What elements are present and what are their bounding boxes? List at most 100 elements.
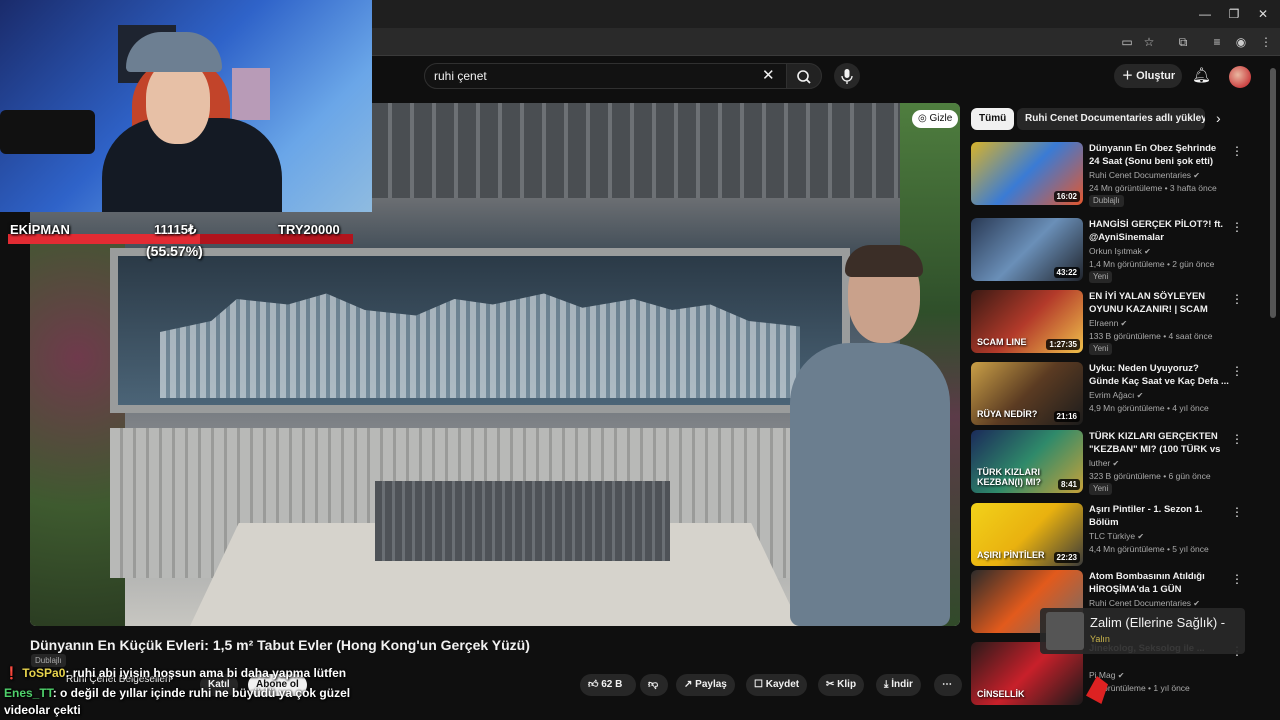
eye-off-icon: ◎ <box>918 113 930 124</box>
hide-label: Gizle <box>929 113 953 124</box>
verified-icon: ✔ <box>1191 171 1200 180</box>
related-video-card[interactable]: 16:02 Dünyanın En Obez Şehrinde 24 Saat (… <box>971 142 1261 210</box>
goal-percent: (55.57%) <box>146 243 203 259</box>
video-card-meta: 24 Mn görüntüleme • 3 hafta önce <box>1089 183 1217 193</box>
related-video-card[interactable]: AŞIRI PİNTİLER 22:23 Aşırı Pintiler - 1. S… <box>971 503 1261 571</box>
video-card-channel[interactable]: TLC Türkiye ✔ <box>1089 531 1144 541</box>
chat-text: : ruhi abi iyisin hoşsun ama bi daha yap… <box>65 666 347 680</box>
user-avatar[interactable] <box>1229 66 1251 88</box>
thumbs-up-icon: 👍︎ <box>588 679 602 690</box>
video-card-title[interactable]: EN İYİ YALAN SÖYLEYEN OYUNU KAZANIR! | S… <box>1089 290 1229 316</box>
chevron-right-icon[interactable]: › <box>1216 110 1221 126</box>
cast-icon[interactable]: ▭ <box>1119 34 1135 50</box>
channel-label: Elraenn <box>1089 318 1119 328</box>
video-card-badge: Yeni <box>1089 343 1113 355</box>
video-card-meta: 133 B görüntüleme • 4 saat önce <box>1089 331 1213 341</box>
download-button[interactable]: ⤓ İndir <box>876 674 921 696</box>
video-card-title[interactable]: Uyku: Neden Uyuyoruz? Günde Kaç Saat ve … <box>1089 362 1229 388</box>
video-thumbnail[interactable]: SCAM LINE 1:27:35 <box>971 290 1083 353</box>
goal-target: TRY20000 <box>278 222 340 237</box>
profile-icon[interactable]: ◉ <box>1233 34 1249 50</box>
video-duration: 22:23 <box>1053 552 1080 563</box>
clip-button[interactable]: ✂ Klip <box>818 674 865 696</box>
video-card-meta: 4,9 Mn görüntüleme • 4 yıl önce <box>1089 403 1209 413</box>
hide-button[interactable]: ◎ Gizle <box>912 110 959 128</box>
video-card-channel[interactable]: Elraenn ✔ <box>1089 318 1127 328</box>
video-card-channel[interactable]: Evrim Ağacı ✔ <box>1089 390 1143 400</box>
video-thumbnail[interactable]: AŞIRI PİNTİLER 22:23 <box>971 503 1083 566</box>
chat-text: videolar çekti <box>4 703 81 717</box>
related-video-card[interactable]: 43:22 HANGİSİ GERÇEK PİLOT?! ft. @AyniSin… <box>971 218 1261 286</box>
sidebar-scrollbar[interactable] <box>1270 68 1276 318</box>
verified-icon: ✔ <box>1110 459 1120 468</box>
dislike-button[interactable]: 👎︎ <box>640 674 668 696</box>
related-video-card[interactable]: TÜRK KIZLARI KEZBAN(I) MI? 8:41 TÜRK KIZLA… <box>971 430 1261 498</box>
video-duration: 43:22 <box>1053 267 1080 278</box>
popup-thumbnail <box>1046 612 1084 650</box>
notifications-bell-icon[interactable]: 🔔︎ <box>1192 66 1211 84</box>
media-control-icon[interactable]: ≡ <box>1209 34 1225 50</box>
chat-text: : o değil de yıllar içinde ruhi ne büyüd… <box>52 686 351 700</box>
clear-search-icon[interactable]: ✕ <box>762 66 775 84</box>
voice-search-button[interactable] <box>834 63 860 89</box>
chip-uploader[interactable]: Ruhi Cenet Documentaries adlı yükleyicid… <box>1017 108 1205 130</box>
thumbnail-caption: TÜRK KIZLARI KEZBAN(I) MI? <box>977 467 1041 487</box>
more-options-icon[interactable]: ⋮ <box>1231 432 1243 446</box>
minimize-icon[interactable]: — <box>1196 5 1214 23</box>
more-options-icon[interactable]: ⋮ <box>1231 505 1243 519</box>
share-button[interactable]: ↗ Paylaş <box>676 674 735 696</box>
create-label: Oluştur <box>1136 70 1176 82</box>
more-actions-button[interactable]: ⋯ <box>934 674 962 696</box>
video-thumbnail[interactable]: 16:02 <box>971 142 1083 205</box>
channel-label: Orkun Işıtmak <box>1089 246 1142 256</box>
browser-menu-icon[interactable]: ⋮ <box>1258 34 1274 50</box>
search-icon <box>797 70 811 84</box>
more-options-icon[interactable]: ⋮ <box>1231 144 1243 158</box>
video-card-channel[interactable]: Pi Mag ✔ <box>1089 670 1124 680</box>
bookmark-star-icon[interactable]: ☆ <box>1141 34 1157 50</box>
video-thumbnail[interactable]: RÜYA NEDİR? 21:16 <box>971 362 1083 425</box>
video-thumbnail[interactable]: TÜRK KIZLARI KEZBAN(I) MI? 8:41 <box>971 430 1083 493</box>
extensions-icon[interactable]: ⧉ <box>1175 34 1191 50</box>
microphone <box>0 110 95 154</box>
video-duration: 21:16 <box>1053 411 1080 422</box>
channel-label: Ruhi Cenet Documentaries <box>1089 598 1192 608</box>
search-query[interactable]: ruhi çenet <box>434 69 487 83</box>
video-card-meta: 323 B görüntüleme • 6 gün önce <box>1089 471 1211 481</box>
video-card-title[interactable]: Atom Bombasının Atıldığı HİROŞİMA'da 1 G… <box>1089 570 1229 596</box>
share-icon: ↗ <box>684 679 696 690</box>
more-options-icon[interactable]: ⋮ <box>1231 292 1243 306</box>
chip-all[interactable]: Tümü <box>971 108 1015 130</box>
video-duration: 1:27:35 <box>1046 339 1080 350</box>
channel-label: Ruhi Cenet Documentaries <box>1089 170 1192 180</box>
related-video-card[interactable]: SCAM LINE 1:27:35 EN İYİ YALAN SÖYLEYEN OY… <box>971 290 1261 358</box>
video-card-title[interactable]: Aşırı Pintiler - 1. Sezon 1. Bölüm <box>1089 503 1229 529</box>
video-card-channel[interactable]: luther ✔ <box>1089 458 1119 468</box>
scissors-icon: ✂ <box>826 679 838 690</box>
more-options-icon[interactable]: ⋮ <box>1231 220 1243 234</box>
search-button[interactable] <box>786 63 822 89</box>
video-card-channel[interactable]: Ruhi Cenet Documentaries ✔ <box>1089 598 1200 608</box>
more-options-icon[interactable]: ⋮ <box>1231 364 1243 378</box>
plus-icon: ＋ <box>1122 70 1137 82</box>
video-duration: 16:02 <box>1053 191 1080 202</box>
chat-message: ❗ ToSPa0: ruhi abi iyisin hoşsun ama bi … <box>4 666 346 680</box>
video-thumbnail[interactable]: 43:22 <box>971 218 1083 281</box>
more-options-icon[interactable]: ⋮ <box>1231 572 1243 586</box>
save-button[interactable]: ☐ Kaydet <box>746 674 808 696</box>
verified-icon: ✔ <box>1118 319 1128 328</box>
video-card-channel[interactable]: Ruhi Cenet Documentaries ✔ <box>1089 170 1200 180</box>
video-card-title[interactable]: Dünyanın En Obez Şehrinde 24 Saat (Sonu … <box>1089 142 1229 168</box>
close-window-icon[interactable]: ✕ <box>1254 5 1272 23</box>
create-button[interactable]: ＋ Oluştur <box>1114 64 1182 88</box>
video-card-title[interactable]: HANGİSİ GERÇEK PİLOT?! ft. @AyniSinemala… <box>1089 218 1229 244</box>
verified-icon: ✔ <box>1191 599 1200 608</box>
related-video-card[interactable]: RÜYA NEDİR? 21:16 Uyku: Neden Uyuyoruz? Gü… <box>971 362 1261 430</box>
verified-icon: ✔ <box>1115 671 1125 680</box>
like-button[interactable]: 👍︎ 62 B <box>580 674 636 696</box>
video-card-channel[interactable]: Orkun Işıtmak ✔ <box>1089 246 1151 256</box>
restore-icon[interactable]: ❐ <box>1225 5 1243 23</box>
video-card-title[interactable]: TÜRK KIZLARI GERÇEKTEN "KEZBAN" MI? (100… <box>1089 430 1229 456</box>
goal-label: EKİPMAN <box>10 222 70 237</box>
download-label: İndir <box>891 679 913 690</box>
